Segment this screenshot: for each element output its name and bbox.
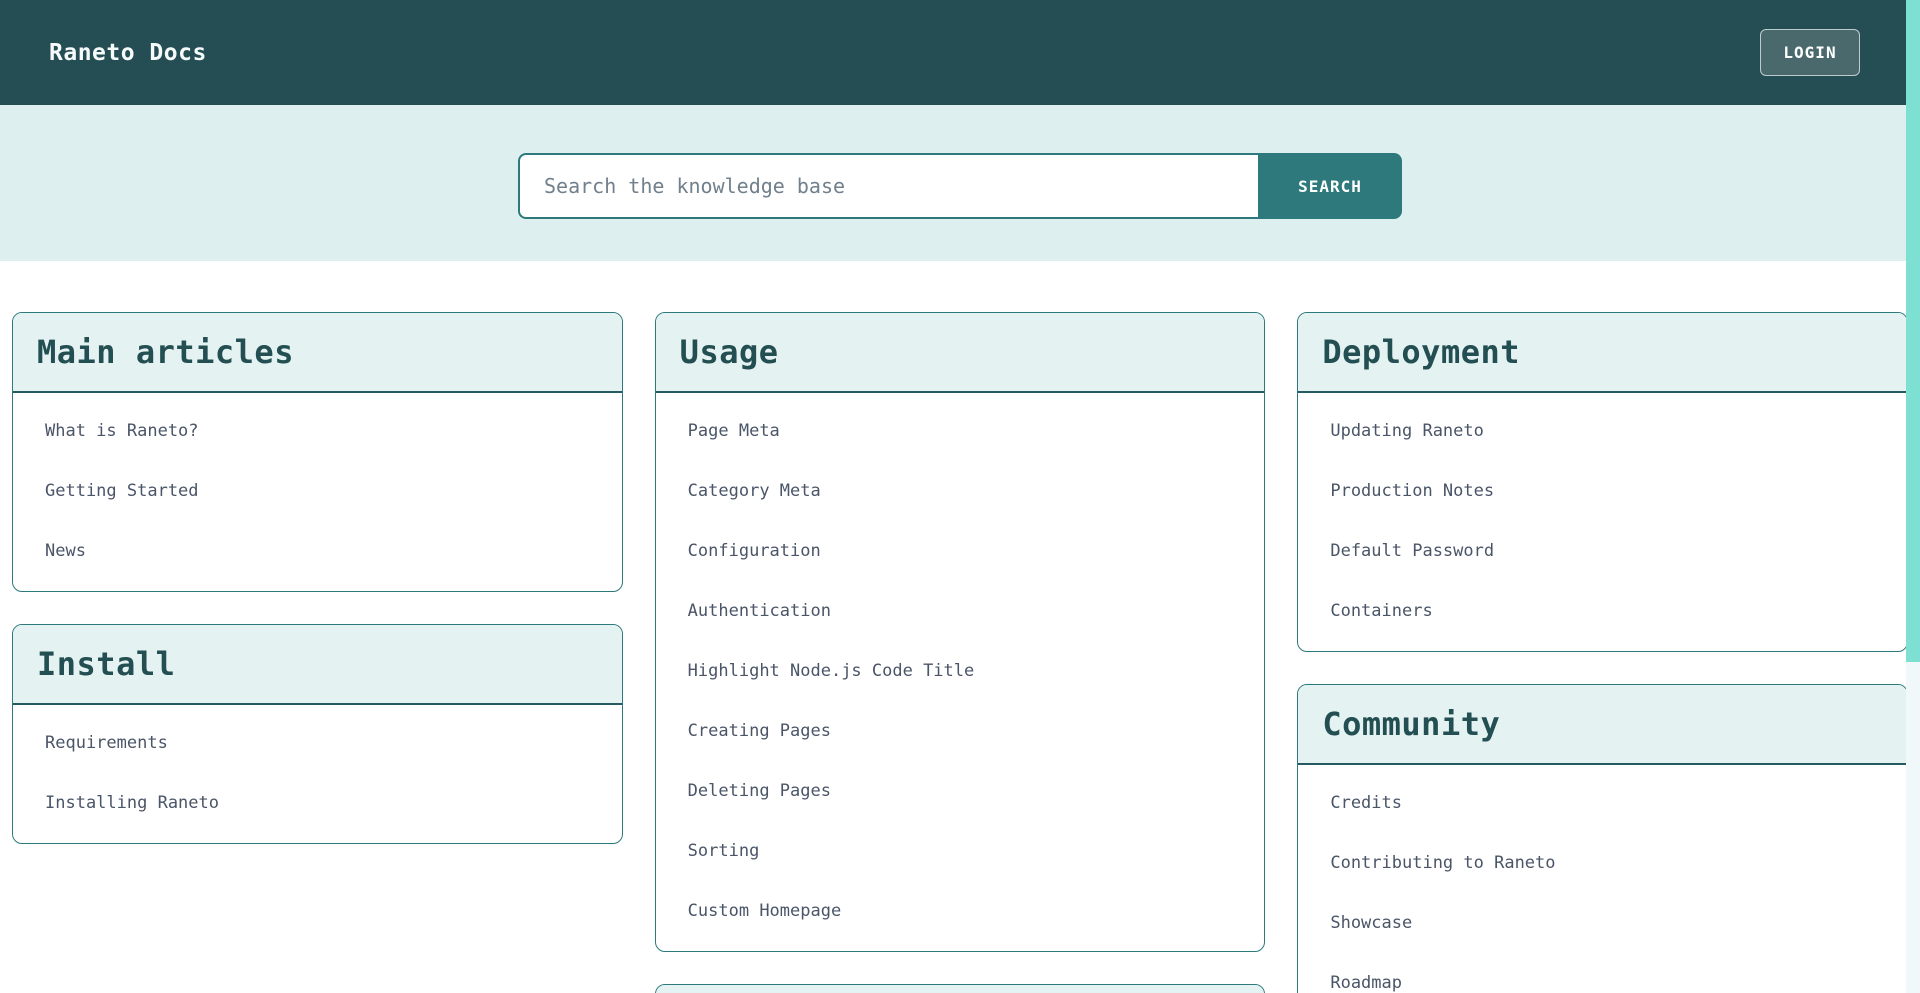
- category-card-install: InstallRequirementsInstalling Raneto: [12, 624, 623, 844]
- category-item-roadmap[interactable]: Roadmap: [1298, 953, 1907, 993]
- login-button[interactable]: LOGIN: [1760, 29, 1860, 76]
- category-card-deployment: DeploymentUpdating RanetoProduction Note…: [1297, 312, 1908, 652]
- category-item-getting-started[interactable]: Getting Started: [13, 461, 622, 521]
- search-section: SEARCH: [0, 105, 1920, 261]
- category-item-updating-raneto[interactable]: Updating Raneto: [1298, 401, 1907, 461]
- search-input[interactable]: [518, 153, 1258, 219]
- column-middle: UsagePage MetaCategory MetaConfiguration…: [655, 312, 1266, 993]
- column-left: Main articlesWhat is Raneto?Getting Star…: [12, 312, 623, 876]
- top-header: Raneto Docs LOGIN: [0, 0, 1920, 105]
- category-item-list: Page MetaCategory MetaConfigurationAuthe…: [656, 393, 1265, 951]
- category-item-list: What is Raneto?Getting StartedNews: [13, 393, 622, 591]
- category-item-showcase[interactable]: Showcase: [1298, 893, 1907, 953]
- category-item-sorting[interactable]: Sorting: [656, 821, 1265, 881]
- scrollbar[interactable]: [1906, 0, 1920, 993]
- scrollbar-thumb[interactable]: [1906, 0, 1920, 662]
- search-button[interactable]: SEARCH: [1258, 153, 1402, 219]
- category-item-category-meta[interactable]: Category Meta: [656, 461, 1265, 521]
- category-item-deleting-pages[interactable]: Deleting Pages: [656, 761, 1265, 821]
- category-item-list: RequirementsInstalling Raneto: [13, 705, 622, 843]
- category-item-configuration[interactable]: Configuration: [656, 521, 1265, 581]
- category-item-list: Updating RanetoProduction NotesDefault P…: [1298, 393, 1907, 651]
- category-item-credits[interactable]: Credits: [1298, 773, 1907, 833]
- category-title-install: Install: [13, 625, 622, 705]
- category-title-community: Community: [1298, 685, 1907, 765]
- category-card-community: CommunityCreditsContributing to RanetoSh…: [1297, 684, 1908, 993]
- partial-card-header: [656, 985, 1265, 993]
- category-title-usage: Usage: [656, 313, 1265, 393]
- category-item-authentication[interactable]: Authentication: [656, 581, 1265, 641]
- category-item-requirements[interactable]: Requirements: [13, 713, 622, 773]
- category-item-containers[interactable]: Containers: [1298, 581, 1907, 641]
- categories-grid: Main articlesWhat is Raneto?Getting Star…: [0, 261, 1920, 993]
- category-title-main-articles: Main articles: [13, 313, 622, 393]
- category-title-deployment: Deployment: [1298, 313, 1907, 393]
- column-right: DeploymentUpdating RanetoProduction Note…: [1297, 312, 1908, 993]
- search-form: SEARCH: [518, 153, 1402, 219]
- category-item-installing-raneto[interactable]: Installing Raneto: [13, 773, 622, 833]
- category-item-what-is-raneto[interactable]: What is Raneto?: [13, 401, 622, 461]
- category-card-main-articles: Main articlesWhat is Raneto?Getting Star…: [12, 312, 623, 592]
- category-item-highlight-node-js-code-title[interactable]: Highlight Node.js Code Title: [656, 641, 1265, 701]
- category-item-news[interactable]: News: [13, 521, 622, 581]
- category-item-default-password[interactable]: Default Password: [1298, 521, 1907, 581]
- category-item-contributing-to-raneto[interactable]: Contributing to Raneto: [1298, 833, 1907, 893]
- category-item-page-meta[interactable]: Page Meta: [656, 401, 1265, 461]
- page-title: Raneto Docs: [49, 40, 207, 66]
- category-item-list: CreditsContributing to RanetoShowcaseRoa…: [1298, 765, 1907, 993]
- category-item-custom-homepage[interactable]: Custom Homepage: [656, 881, 1265, 941]
- category-item-creating-pages[interactable]: Creating Pages: [656, 701, 1265, 761]
- category-item-production-notes[interactable]: Production Notes: [1298, 461, 1907, 521]
- category-card-usage: UsagePage MetaCategory MetaConfiguration…: [655, 312, 1266, 952]
- partial-card: [655, 984, 1266, 993]
